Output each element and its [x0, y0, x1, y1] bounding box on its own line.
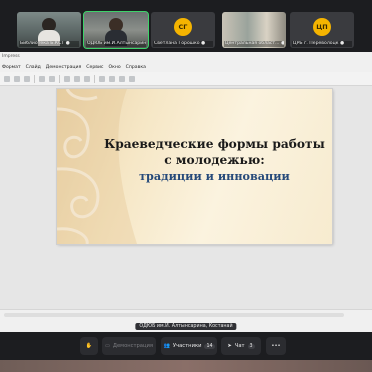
toolbar-separator — [94, 74, 95, 83]
more-button[interactable]: ••• — [266, 337, 286, 355]
menu-item-help[interactable]: Справка — [126, 65, 146, 70]
chat-label: Чат — [234, 343, 245, 349]
toolbar-button[interactable] — [64, 75, 70, 82]
bottom-video-strip — [0, 360, 372, 372]
slide-subtitle: традиции и инновации — [139, 169, 290, 183]
send-icon: ➤ — [227, 343, 232, 349]
toolbar-button[interactable] — [99, 75, 105, 82]
toolbar-button[interactable] — [24, 75, 30, 82]
toolbar-button[interactable] — [119, 75, 125, 82]
raise-hand-icon: ✋ — [85, 343, 93, 349]
menu-item-slide[interactable]: Слайд — [26, 65, 41, 70]
status-bar — [0, 309, 372, 322]
toolbar-button[interactable] — [39, 75, 45, 82]
participant-name: Библиотека Б.КСТ ● — [19, 41, 79, 47]
horizontal-scrollbar[interactable] — [4, 313, 344, 317]
toolbar-separator — [34, 74, 35, 83]
toolbar-button[interactable] — [109, 75, 115, 82]
presentation-slide[interactable]: Краеведческие формы работы с молодежью: … — [57, 89, 332, 244]
mic-icon: ● — [339, 41, 344, 46]
participant-strip: Библиотека Б.КСТ ● ОДЮБ им.И.Алтынсарин … — [0, 0, 372, 52]
chat-count: 3 — [247, 343, 255, 349]
people-icon: 👥 — [163, 343, 170, 349]
participants-count: 14 — [204, 343, 215, 349]
chat-button[interactable]: ➤ Чат 3 — [221, 337, 261, 355]
present-button[interactable]: ▭ Демонстрация — [102, 337, 156, 355]
participant-tile-active[interactable]: ОДЮБ им.И.Алтынсарин — [83, 11, 149, 49]
avatar: СГ — [174, 18, 192, 36]
participant-name: ОДЮБ им.И.Алтынсарин — [86, 41, 146, 47]
participant-tile[interactable]: СГ Светлана Горошко ● — [151, 12, 215, 48]
participants-button[interactable]: 👥 Участники 14 — [161, 337, 217, 355]
mic-icon: ● — [65, 41, 70, 46]
toolbar-button[interactable] — [49, 75, 55, 82]
slide-title-line-1: Краеведческие формы работы — [104, 137, 325, 151]
toolbar-separator — [59, 74, 60, 83]
toolbar — [0, 72, 372, 86]
present-label: Демонстрация — [112, 343, 153, 349]
speaker-label: ОДЮБ им.И. Алтынсарина, Костанай — [135, 323, 237, 330]
participant-tile[interactable]: ЦП ЦРБ г. Переволоцк ● — [290, 12, 354, 48]
mic-icon: ● — [201, 41, 206, 46]
slide-title-line-2: с молодежью: — [164, 153, 265, 167]
participant-tile[interactable]: Библиотека Б.КСТ ● — [17, 12, 81, 48]
participant-name: Светлана Горошко ● — [153, 41, 213, 47]
toolbar-button[interactable] — [14, 75, 20, 82]
raise-hand-button[interactable]: ✋ — [80, 337, 98, 355]
menu-item-window[interactable]: Окно — [108, 65, 120, 70]
app-titlebar: Impress — [0, 52, 372, 62]
participant-tile[interactable]: Центральная област... ● — [222, 12, 286, 48]
more-icon: ••• — [271, 343, 281, 349]
toolbar-button[interactable] — [4, 75, 10, 82]
avatar: ЦП — [313, 18, 331, 36]
toolbar-button[interactable] — [84, 75, 90, 82]
menu-item-format[interactable]: Формат — [2, 65, 21, 70]
meeting-controls: ✋ ▭ Демонстрация 👥 Участники 14 ➤ Чат 3 … — [0, 332, 372, 360]
toolbar-button[interactable] — [74, 75, 80, 82]
participant-name: ЦРБ г. Переволоцк ● — [292, 41, 352, 47]
participant-name: Центральная област... ● — [224, 41, 284, 47]
participants-label: Участники — [172, 343, 202, 349]
toolbar-button[interactable] — [129, 75, 135, 82]
menu-item-show[interactable]: Демонстрация — [46, 65, 82, 70]
mic-icon: ● — [280, 41, 284, 46]
menu-bar: Формат Слайд Демонстрация Сервис Окно Сп… — [0, 62, 372, 72]
screen-share-icon: ▭ — [105, 343, 110, 349]
menu-item-tools[interactable]: Сервис — [86, 65, 103, 70]
